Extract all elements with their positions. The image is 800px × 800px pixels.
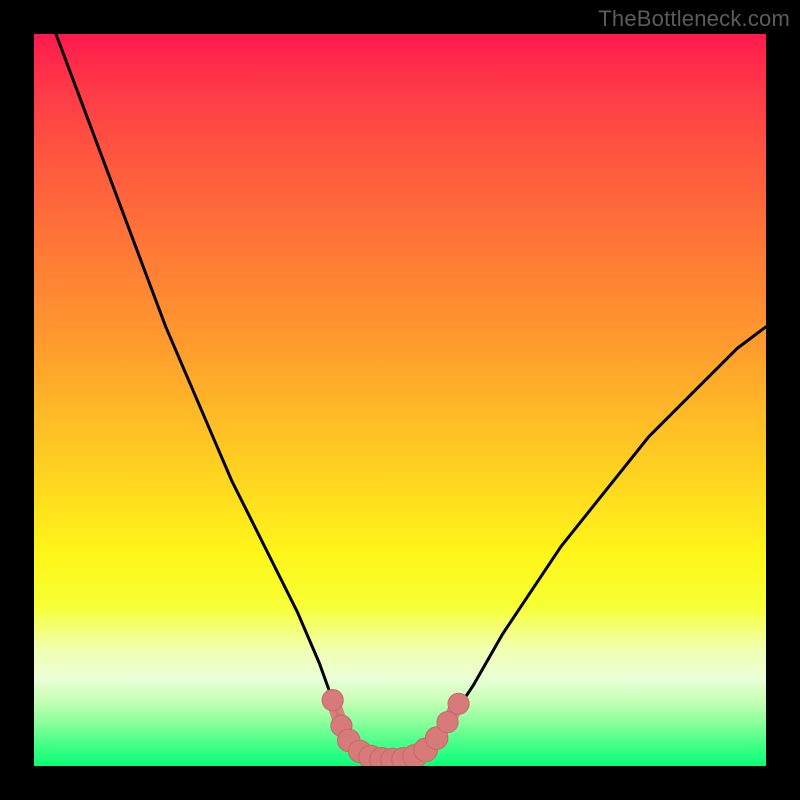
curve-layer: [34, 34, 766, 766]
plot-area: [34, 34, 766, 766]
marker-dot: [448, 693, 469, 714]
attribution-text: TheBottleneck.com: [598, 6, 790, 32]
bottleneck-curve: [56, 34, 766, 760]
curve-markers: [322, 690, 469, 766]
marker-dot: [322, 690, 343, 711]
chart-frame: TheBottleneck.com: [0, 0, 800, 800]
marker-dot: [437, 711, 458, 732]
